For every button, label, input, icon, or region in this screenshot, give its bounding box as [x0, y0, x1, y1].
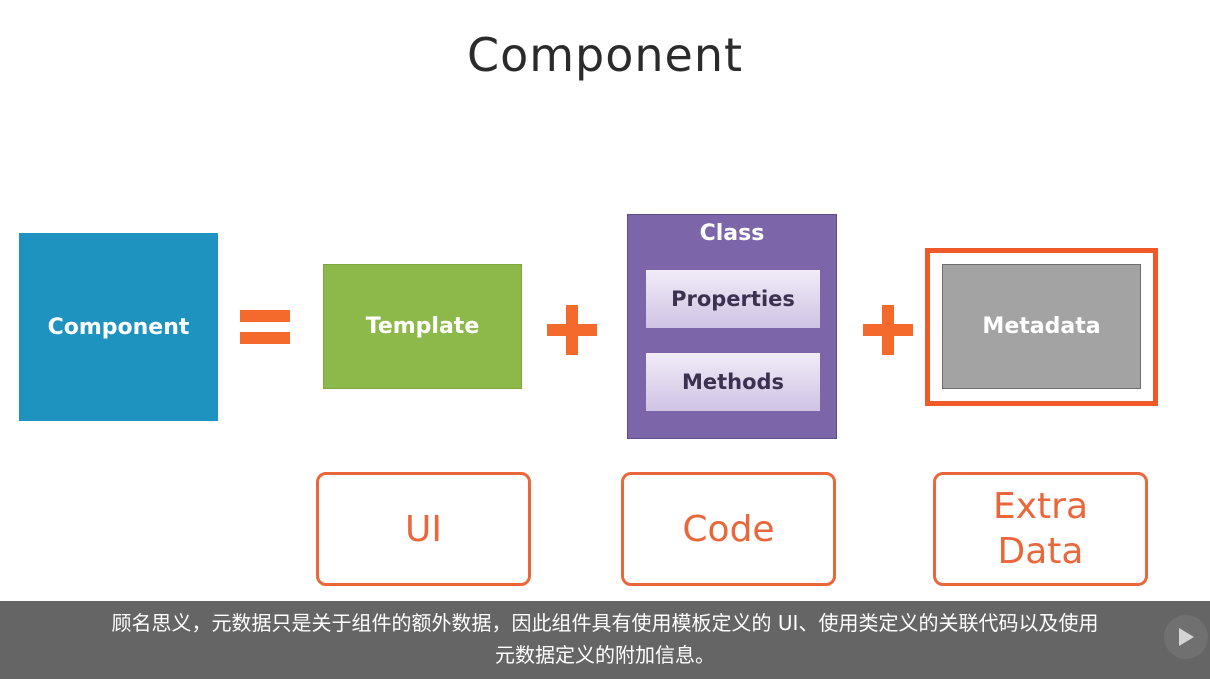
template-box: Template: [323, 264, 522, 389]
plus-icon: [863, 305, 913, 355]
ui-label: UI: [405, 508, 442, 550]
plus-icon: [547, 305, 597, 355]
code-label: Code: [682, 508, 775, 550]
metadata-label: Metadata: [982, 314, 1101, 339]
subtitle-line-2: 元数据定义的附加信息。: [495, 643, 715, 667]
ui-label-box: UI: [316, 472, 531, 586]
slide-title: Component: [466, 28, 744, 82]
component-box: Component: [19, 233, 218, 421]
methods-box: Methods: [646, 353, 820, 411]
play-icon[interactable]: [1164, 615, 1208, 659]
class-box: Class Properties Methods: [627, 214, 837, 439]
code-label-box: Code: [621, 472, 836, 586]
extra-data-label-box: Extra Data: [933, 472, 1148, 586]
methods-label: Methods: [681, 370, 785, 394]
class-title: Class: [699, 221, 765, 246]
template-label: Template: [365, 314, 480, 339]
metadata-box: Metadata: [942, 264, 1141, 389]
component-label: Component: [47, 314, 190, 340]
extra-data-label: Extra Data: [992, 486, 1089, 572]
subtitle-line-1: 顾名思义，元数据只是关于组件的额外数据，因此组件具有使用模板定义的 UI、使用类…: [111, 611, 1099, 635]
equals-icon: [240, 294, 290, 344]
properties-label: Properties: [671, 287, 795, 311]
subtitle-bar: 顾名思义，元数据只是关于组件的额外数据，因此组件具有使用模板定义的 UI、使用类…: [0, 601, 1210, 679]
properties-box: Properties: [646, 270, 820, 328]
